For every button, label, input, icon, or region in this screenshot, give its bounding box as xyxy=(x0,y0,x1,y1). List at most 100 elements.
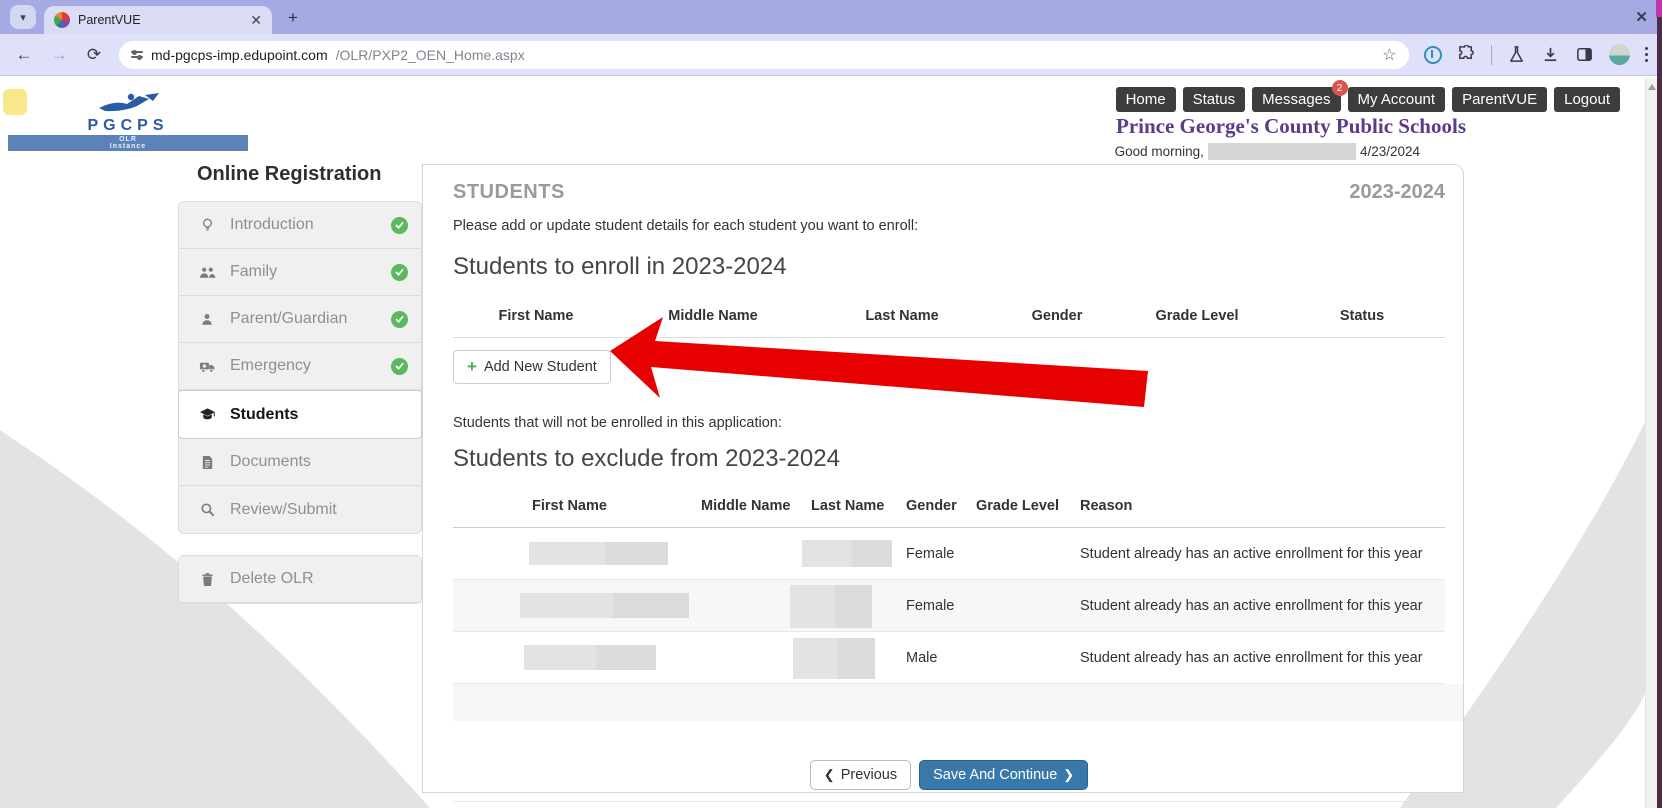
column-header: Reason xyxy=(1080,498,1445,514)
menu-kebab-icon[interactable] xyxy=(1645,47,1649,63)
search-icon xyxy=(198,502,216,517)
exclude-section-heading: Students to exclude from 2023-2024 xyxy=(453,445,1445,473)
registration-sidebar: Online Registration Introduction Family xyxy=(178,163,422,604)
nav-logout-button[interactable]: Logout xyxy=(1554,87,1620,112)
sidebar-item-documents[interactable]: Documents xyxy=(179,439,421,486)
tab-close-icon[interactable]: ✕ xyxy=(250,13,262,27)
site-settings-icon[interactable] xyxy=(131,51,143,58)
sidebar-item-introduction[interactable]: Introduction xyxy=(179,202,421,249)
school-year-label: 2023-2024 xyxy=(1349,181,1445,204)
add-new-student-label: Add New Student xyxy=(484,359,597,375)
sidebar-menu: Introduction Family Parent/Guardian xyxy=(178,201,422,534)
gender-cell: Female xyxy=(906,546,976,562)
labs-flask-icon[interactable] xyxy=(1507,45,1526,64)
previous-label: Previous xyxy=(841,767,897,783)
forward-icon[interactable]: → xyxy=(49,45,69,65)
district-title: Prince George's County Public Schools xyxy=(1116,114,1466,139)
column-header: Gender xyxy=(997,308,1117,324)
previous-button[interactable]: ❮ Previous xyxy=(810,760,911,790)
extensions-puzzle-icon[interactable] xyxy=(1457,45,1476,64)
parentvue-page: PGCPS OLR Instance Home Status Messages … xyxy=(0,77,1662,808)
nav-my-account-button[interactable]: My Account xyxy=(1348,87,1446,112)
chevron-right-icon: ❯ xyxy=(1063,767,1074,783)
reason-cell: Student already has an active enrollment… xyxy=(1080,650,1445,666)
column-header: Last Name xyxy=(807,308,997,324)
ambulance-icon xyxy=(198,359,216,374)
intro-text: Please add or update student details for… xyxy=(453,218,1445,234)
logo-sub2: Instance xyxy=(8,143,248,150)
empty-table-footer xyxy=(453,684,1463,721)
pgcps-swimmer-icon xyxy=(93,92,163,114)
page-title: STUDENTS xyxy=(453,181,565,204)
trash-icon xyxy=(198,572,216,587)
sidebar-item-label: Review/Submit xyxy=(230,501,337,519)
reload-icon[interactable]: ⟳ xyxy=(84,45,104,65)
sidebar-item-review-submit[interactable]: Review/Submit xyxy=(179,486,421,533)
column-header: Grade Level xyxy=(1117,308,1277,324)
redacted-last-name xyxy=(790,585,872,628)
tab-search-button[interactable]: ▾ xyxy=(10,5,36,29)
downloads-icon[interactable] xyxy=(1541,45,1560,64)
sidebar-item-label: Family xyxy=(230,263,277,281)
panel-footer-rule xyxy=(453,801,1445,802)
sidebar-item-label: Delete OLR xyxy=(230,570,314,588)
sidebar-item-students[interactable]: Students xyxy=(178,390,422,439)
sidebar-item-label: Documents xyxy=(230,453,311,471)
gender-cell: Female xyxy=(906,598,976,614)
completed-check-icon xyxy=(391,311,408,328)
save-and-continue-button[interactable]: Save And Continue ❯ xyxy=(919,760,1088,790)
scroll-up-arrow-icon[interactable] xyxy=(1648,84,1656,90)
completed-check-icon xyxy=(391,264,408,281)
plus-icon: + xyxy=(467,361,477,373)
column-header: Middle Name xyxy=(701,498,811,514)
students-panel: STUDENTS 2023-2024 Please add or update … xyxy=(422,164,1464,793)
toolbar-divider xyxy=(1491,45,1492,65)
side-panel-icon[interactable] xyxy=(1575,45,1594,64)
reason-cell: Student already has an active enrollment… xyxy=(1080,598,1445,614)
nav-parentvue-button[interactable]: ParentVUE xyxy=(1452,87,1547,112)
nav-status-button[interactable]: Status xyxy=(1183,87,1246,112)
sidebar-item-label: Students xyxy=(230,406,298,424)
redacted-first-name xyxy=(529,542,668,565)
redacted-last-name xyxy=(802,540,892,567)
exclude-table: First Name Middle Name Last Name Gender … xyxy=(453,498,1445,721)
url-path: /OLR/PXP2_OEN_Home.aspx xyxy=(336,47,525,63)
nav-messages-label: Messages xyxy=(1262,91,1330,108)
greeting-line: Good morning, 4/23/2024 xyxy=(1115,143,1420,160)
greeting-text: Good morning, xyxy=(1115,144,1204,159)
extension-blocker-icon[interactable] xyxy=(1424,46,1442,64)
nav-home-button[interactable]: Home xyxy=(1116,87,1176,112)
user-icon xyxy=(198,312,216,327)
messages-count-badge: 2 xyxy=(1332,80,1348,96)
sidebar-item-parent-guardian[interactable]: Parent/Guardian xyxy=(179,296,421,343)
back-icon[interactable]: ← xyxy=(14,45,34,65)
page-scrollbar[interactable] xyxy=(1645,78,1657,808)
browser-tab[interactable]: ParentVUE ✕ xyxy=(44,6,272,34)
window-close-icon[interactable]: ✕ xyxy=(1635,8,1648,26)
column-header: Middle Name xyxy=(619,308,807,324)
column-header: Status xyxy=(1277,308,1447,324)
tab-title: ParentVUE xyxy=(78,13,242,27)
redacted-first-name xyxy=(524,645,656,670)
browser-window: ▾ ParentVUE ✕ + ✕ ← → ⟳ md-pgcps-imp.edu… xyxy=(0,0,1662,808)
new-tab-button[interactable]: + xyxy=(288,8,298,28)
sidebar-item-family[interactable]: Family xyxy=(179,249,421,296)
browser-toolbar: ← → ⟳ md-pgcps-imp.edupoint.com /OLR/PXP… xyxy=(0,34,1662,76)
sidebar-item-label: Parent/Guardian xyxy=(230,310,347,328)
logo-sub1: OLR xyxy=(8,136,248,143)
completed-check-icon xyxy=(391,217,408,234)
sidebar-item-emergency[interactable]: Emergency xyxy=(179,343,421,390)
logo-banner: OLR Instance xyxy=(8,135,248,151)
profile-avatar[interactable] xyxy=(1609,44,1630,65)
add-new-student-button[interactable]: + Add New Student xyxy=(453,350,611,384)
enroll-section-heading: Students to enroll in 2023-2024 xyxy=(453,253,1445,281)
address-bar[interactable]: md-pgcps-imp.edupoint.com /OLR/PXP2_OEN_… xyxy=(119,41,1409,69)
sidebar-item-delete-olr[interactable]: Delete OLR xyxy=(179,556,421,603)
redacted-first-name xyxy=(520,593,689,618)
panel-footer-buttons: ❮ Previous Save And Continue ❯ xyxy=(453,760,1445,790)
lightbulb-icon xyxy=(198,217,216,233)
bookmark-star-icon[interactable]: ☆ xyxy=(1382,45,1396,65)
nav-messages-button[interactable]: Messages 2 xyxy=(1252,87,1340,112)
redacted-user-name xyxy=(1208,143,1356,160)
completed-check-icon xyxy=(391,358,408,375)
